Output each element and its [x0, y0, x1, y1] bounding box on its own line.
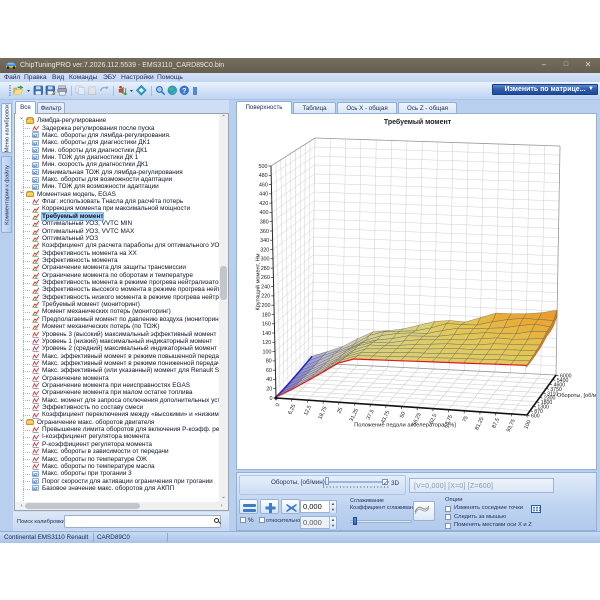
- svg-text:280: 280: [261, 266, 270, 272]
- svg-text:40: 40: [266, 377, 272, 383]
- svg-text:100: 100: [263, 349, 272, 355]
- svg-text:380: 380: [260, 220, 269, 226]
- svg-text:200: 200: [262, 303, 271, 309]
- svg-text:340: 340: [260, 238, 269, 244]
- svg-text:50: 50: [399, 411, 407, 419]
- svg-text:80: 80: [266, 359, 272, 365]
- svg-text:100: 100: [523, 419, 532, 430]
- svg-text:87,5: 87,5: [491, 417, 501, 429]
- svg-text:460: 460: [259, 182, 268, 188]
- svg-text:31,25: 31,25: [349, 408, 360, 423]
- svg-text:400: 400: [260, 210, 269, 216]
- svg-text:180: 180: [262, 312, 271, 318]
- svg-text:240: 240: [261, 284, 270, 290]
- svg-text:6,25: 6,25: [287, 404, 297, 416]
- svg-text:75: 75: [462, 415, 470, 423]
- svg-text:360: 360: [260, 229, 269, 235]
- svg-text:220: 220: [261, 294, 270, 300]
- svg-text:?: ?: [182, 88, 186, 95]
- svg-text:12,5: 12,5: [303, 405, 313, 417]
- svg-text:81,25: 81,25: [474, 416, 485, 431]
- svg-text:37,5: 37,5: [366, 409, 376, 421]
- svg-text:25: 25: [336, 407, 344, 415]
- svg-text:Обороты, [об/мин]: Обороты, [об/мин]: [557, 393, 596, 399]
- svg-text:18,75: 18,75: [318, 406, 329, 421]
- svg-text:300: 300: [261, 257, 270, 263]
- svg-text:140: 140: [262, 331, 271, 337]
- svg-text:420: 420: [259, 201, 268, 207]
- svg-text:260: 260: [261, 275, 270, 281]
- svg-text:60: 60: [266, 368, 272, 374]
- svg-text:93,75: 93,75: [506, 418, 517, 433]
- svg-text:6000: 6000: [560, 374, 572, 380]
- svg-text:160: 160: [262, 322, 271, 328]
- svg-text:0: 0: [275, 402, 282, 407]
- svg-text:0: 0: [270, 396, 273, 402]
- svg-text:440: 440: [259, 192, 268, 198]
- svg-text:Крутящий момент, Нм: Крутящий момент, Нм: [255, 253, 262, 310]
- svg-text:120: 120: [262, 340, 271, 346]
- svg-text:480: 480: [259, 173, 268, 179]
- svg-text:Положение педали акселератора,: Положение педали акселератора, [%]: [354, 423, 456, 429]
- svg-text:20: 20: [266, 387, 272, 393]
- svg-text:500: 500: [259, 164, 268, 170]
- svg-text:320: 320: [260, 247, 269, 253]
